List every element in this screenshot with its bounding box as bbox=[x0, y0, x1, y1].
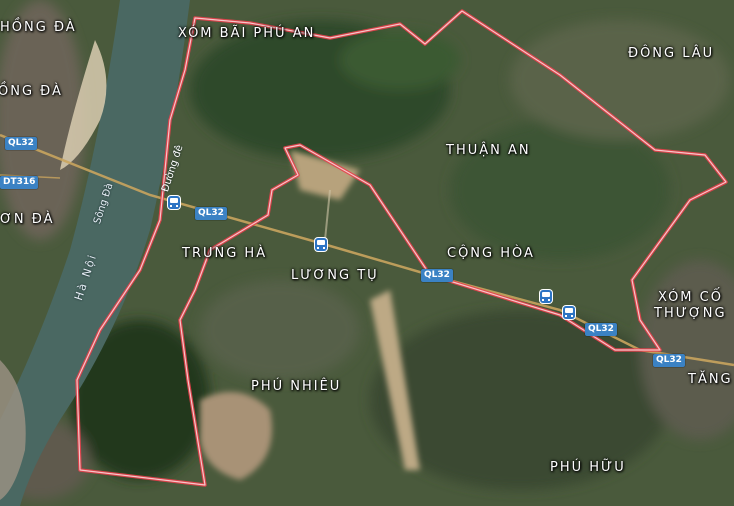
road-badge-ql32: QL32 bbox=[195, 207, 227, 220]
place-label: THUẬN AN bbox=[446, 143, 531, 158]
map-view[interactable]: XÓM BÃI PHÚ AN HỒNG ĐÀ ỒNG ĐÀ ƠN ĐÀ ĐÔNG… bbox=[0, 0, 734, 506]
road-badge-ql32: QL32 bbox=[653, 354, 685, 367]
place-label: XÓM CỐ bbox=[658, 290, 723, 305]
satellite-terrain bbox=[0, 0, 734, 506]
road-badge-ql32: QL32 bbox=[5, 137, 37, 150]
place-label: ĐÔNG LÂU bbox=[628, 46, 715, 61]
place-label: CỘNG HÒA bbox=[447, 246, 535, 261]
bus-stop-icon[interactable] bbox=[315, 238, 327, 251]
place-label: THƯỢNG bbox=[654, 306, 727, 321]
place-label: XÓM BÃI PHÚ AN bbox=[178, 26, 316, 41]
bus-stop-icon[interactable] bbox=[563, 306, 575, 319]
place-label: PHÚ NHIÊU bbox=[251, 379, 342, 394]
place-label: ƠN ĐÀ bbox=[0, 212, 55, 227]
place-label: LƯƠNG TỤ bbox=[291, 268, 379, 283]
place-label: TĂNG bbox=[688, 372, 733, 387]
road-badge-dt316: DT316 bbox=[0, 176, 39, 189]
bus-stop-icon[interactable] bbox=[168, 196, 180, 209]
place-label: ỒNG ĐÀ bbox=[0, 84, 63, 99]
place-label: HỒNG ĐÀ bbox=[0, 20, 77, 35]
bus-stop-icon[interactable] bbox=[540, 290, 552, 303]
road-badge-ql32: QL32 bbox=[585, 323, 617, 336]
road-badge-ql32: QL32 bbox=[421, 269, 453, 282]
place-label: PHÚ HỮU bbox=[550, 460, 626, 475]
place-label: TRUNG HÀ bbox=[182, 246, 268, 261]
